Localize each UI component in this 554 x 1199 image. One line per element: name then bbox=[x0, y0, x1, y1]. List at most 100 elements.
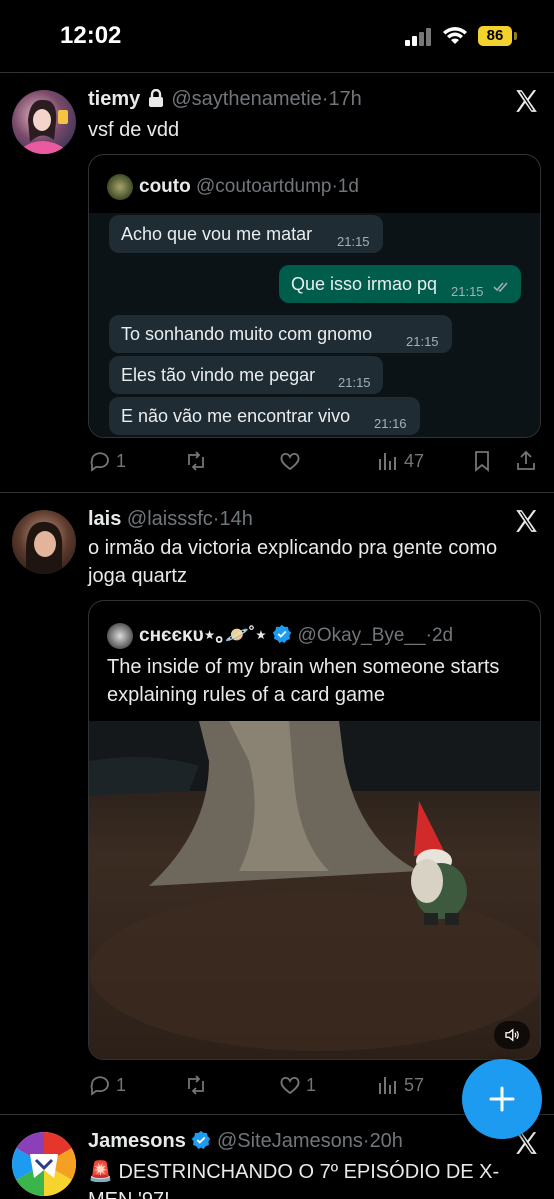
avatar[interactable] bbox=[12, 510, 76, 574]
avatar-image bbox=[22, 99, 68, 154]
avatar-image bbox=[12, 1132, 76, 1196]
user-handle[interactable]: @SiteJamesons bbox=[217, 1130, 363, 1152]
message-text: To sonhando muito com gnomo bbox=[121, 324, 373, 344]
quote-timestamp: 2d bbox=[431, 625, 454, 646]
like-button[interactable]: 1 bbox=[278, 1071, 316, 1099]
share-icon bbox=[517, 450, 535, 470]
avatar-image bbox=[26, 521, 63, 574]
reply-count: 1 bbox=[116, 450, 127, 471]
retweet-icon bbox=[188, 1075, 204, 1095]
timestamp[interactable]: 14h bbox=[219, 508, 252, 530]
reply-button[interactable]: 1 bbox=[88, 447, 126, 475]
display-name[interactable]: Jamesons bbox=[88, 1130, 186, 1152]
heart-icon bbox=[280, 1076, 300, 1095]
message-text: Eles tão vindo me pegar bbox=[121, 365, 316, 385]
compose-button[interactable] bbox=[462, 1059, 542, 1139]
x-logo-icon[interactable] bbox=[512, 88, 540, 114]
like-button[interactable] bbox=[278, 447, 306, 475]
plus-icon bbox=[489, 1086, 515, 1112]
separator-dot: · bbox=[362, 1130, 370, 1152]
header-divider bbox=[0, 72, 554, 73]
display-name[interactable]: tiemy bbox=[88, 88, 140, 110]
message-time: 21:15 bbox=[451, 284, 484, 299]
tweet-header: Jamesons @SiteJamesons·20h bbox=[88, 1130, 403, 1153]
chat-message-outgoing: Que isso irmao pq 21:15 bbox=[279, 265, 521, 303]
bookmark-icon bbox=[475, 451, 489, 472]
reply-count: 1 bbox=[116, 1074, 127, 1095]
quote-header: ᴄʜєєᴋᴜ⋆｡🪐˚⋆ @Okay_Bye__·2d bbox=[107, 620, 453, 649]
mute-toggle[interactable] bbox=[494, 1021, 530, 1049]
video-player[interactable] bbox=[89, 721, 540, 1059]
verified-badge-icon bbox=[192, 1130, 211, 1150]
quote-avatar[interactable] bbox=[107, 174, 133, 200]
x-logo-icon[interactable] bbox=[512, 508, 540, 534]
share-button[interactable] bbox=[514, 447, 538, 475]
message-text: E não vão me encontrar vivo bbox=[121, 406, 351, 426]
tweet[interactable]: tiemy @saythenametie·17h vsf de vdd cout… bbox=[0, 74, 554, 494]
quote-timestamp: 1d bbox=[337, 176, 359, 198]
view-count: 57 bbox=[404, 1074, 425, 1095]
status-bar: 12:02 86 bbox=[0, 0, 554, 70]
chat-message-incoming: E não vão me encontrar vivo 21:16 bbox=[109, 397, 420, 435]
reply-button[interactable]: 1 bbox=[88, 1071, 126, 1099]
video-frame bbox=[89, 721, 540, 1059]
status-time: 12:02 bbox=[60, 22, 122, 49]
quote-display-name[interactable]: couto bbox=[139, 176, 191, 197]
quote-handle: @coutoartdump bbox=[196, 176, 332, 198]
chat-screenshot: Acho que vou me matar 21:15 Que isso irm… bbox=[89, 213, 540, 437]
quote-text: The inside of my brain when someone star… bbox=[107, 656, 500, 706]
tweet-text: 🚨 DESTRINCHANDO O 7º EPISÓDIO DE X-MEN '… bbox=[88, 1161, 500, 1199]
retweet-button[interactable] bbox=[184, 447, 212, 475]
tweet-divider bbox=[0, 492, 554, 493]
battery-indicator: 86 bbox=[478, 26, 512, 46]
tweet-header: lais @laisssfc·14h bbox=[88, 508, 253, 531]
wifi-icon bbox=[443, 27, 467, 44]
user-handle[interactable]: @saythenametie bbox=[171, 88, 321, 110]
quote-avatar[interactable] bbox=[107, 622, 133, 649]
retweet-icon bbox=[188, 451, 204, 471]
chat-message-incoming: Acho que vou me matar 21:15 bbox=[109, 215, 383, 253]
reply-icon bbox=[90, 452, 109, 472]
chat-message-incoming: To sonhando muito com gnomo 21:15 bbox=[109, 315, 452, 353]
analytics-icon bbox=[379, 453, 396, 470]
message-time: 21:16 bbox=[374, 416, 407, 431]
tweet-actions: 1 47 bbox=[88, 447, 538, 477]
message-text: Que isso irmao pq bbox=[291, 274, 438, 294]
tweet[interactable]: Jamesons @SiteJamesons·20h 🚨 DESTRINCHAN… bbox=[0, 1116, 554, 1199]
double-check-icon bbox=[493, 282, 508, 293]
message-time: 21:15 bbox=[406, 334, 439, 349]
quoted-tweet[interactable]: ᴄʜєєᴋᴜ⋆｡🪐˚⋆ @Okay_Bye__·2d The inside of… bbox=[88, 600, 541, 1060]
like-count: 1 bbox=[306, 1074, 317, 1095]
tweet-text: vsf de vdd bbox=[88, 119, 180, 141]
retweet-button[interactable] bbox=[184, 1071, 212, 1099]
avatar[interactable] bbox=[12, 90, 76, 154]
analytics-icon bbox=[379, 1077, 396, 1094]
cellular-signal-icon bbox=[405, 28, 431, 46]
timestamp[interactable]: 17h bbox=[328, 88, 361, 110]
heart-icon bbox=[280, 452, 300, 471]
bookmark-button[interactable] bbox=[470, 447, 494, 475]
message-time: 21:15 bbox=[337, 234, 370, 249]
speaker-icon bbox=[505, 1028, 519, 1042]
verified-badge-icon bbox=[273, 624, 292, 644]
quoted-tweet[interactable]: couto @coutoartdump·1d Acho que vou me m… bbox=[88, 154, 541, 438]
message-time: 21:15 bbox=[338, 375, 371, 390]
display-name[interactable]: lais bbox=[88, 508, 121, 530]
timestamp[interactable]: 20h bbox=[370, 1130, 403, 1152]
views-button[interactable]: 57 bbox=[376, 1071, 424, 1099]
chat-message-incoming: Eles tão vindo me pegar 21:15 bbox=[109, 356, 383, 394]
message-text: Acho que vou me matar bbox=[121, 224, 313, 244]
quote-display-name[interactable]: ᴄʜєєᴋᴜ⋆｡🪐˚⋆ bbox=[139, 625, 267, 646]
tweet-text: o irmão da victoria explicando pra gente… bbox=[88, 537, 498, 587]
quote-header: couto @coutoartdump·1d bbox=[107, 174, 359, 200]
user-handle[interactable]: @laisssfc bbox=[127, 508, 213, 530]
lock-icon bbox=[148, 88, 163, 107]
battery-tip bbox=[514, 32, 517, 40]
tweet[interactable]: lais @laisssfc·14h o irmão da victoria e… bbox=[0, 494, 554, 1116]
views-button[interactable]: 47 bbox=[376, 447, 424, 475]
view-count: 47 bbox=[404, 450, 425, 471]
quote-handle: @Okay_Bye__ bbox=[297, 625, 426, 646]
avatar[interactable] bbox=[12, 1132, 76, 1196]
tweet-header: tiemy @saythenametie·17h bbox=[88, 88, 362, 111]
reply-icon bbox=[90, 1076, 109, 1096]
